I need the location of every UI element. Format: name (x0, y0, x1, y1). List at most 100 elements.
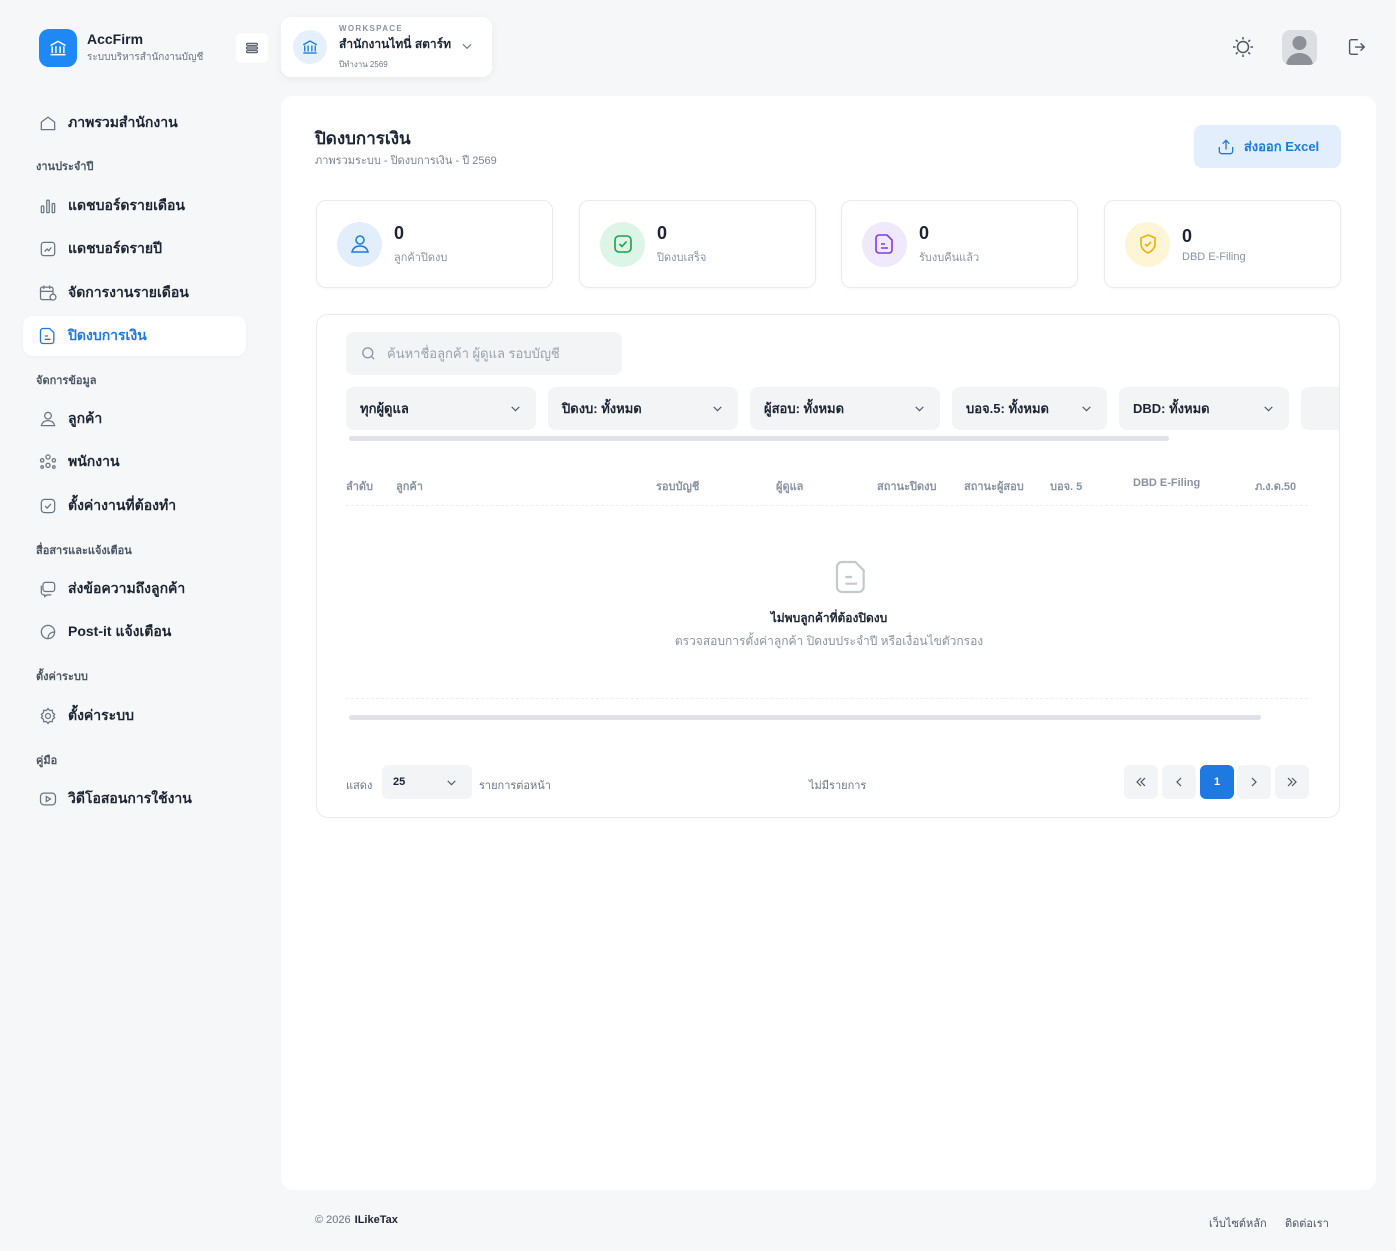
users-icon (38, 452, 58, 472)
stat-card-customers: 0 ลูกค้าปิดงบ (316, 200, 553, 288)
filter-owner[interactable]: ทุกผู้ดูแล (346, 387, 536, 430)
page-title: ปิดงบการเงิน (315, 129, 411, 148)
workspace-switcher[interactable]: WORKSPACE สำนักงานไทนี่ สตาร์ท ปีทำงาน 2… (281, 17, 492, 77)
calendar-clock-icon (38, 283, 58, 303)
bar-chart-icon (38, 196, 58, 216)
filter-auditor[interactable]: ผู้สอบ: ทั้งหมด (750, 387, 940, 430)
column-header[interactable]: DBD E-Filing (1133, 477, 1200, 489)
logout-button[interactable] (1344, 35, 1368, 59)
chevron-down-icon (1262, 402, 1275, 418)
footer-link-home[interactable]: เว็บไซต์หลัก (1209, 1214, 1267, 1232)
table-card: ค้นหาชื่อลูกค้า ผู้ดูแล รอบบัญชี ทุกผู้ด… (316, 314, 1340, 818)
column-header[interactable]: ผู้ดูแล (776, 477, 803, 495)
filter-label: ทุกผู้ดูแล (360, 401, 409, 416)
sidebar-item-videos[interactable]: วิดีโอสอนการใช้งาน (23, 779, 246, 819)
table-scrollbar[interactable] (349, 715, 1261, 720)
menu-toggle-button[interactable] (236, 33, 268, 63)
sidebar-item-label: จัดการงานรายเดือน (68, 284, 189, 300)
per-page-suffix: รายการต่อหน้า (479, 780, 551, 792)
prev-page-button[interactable] (1162, 765, 1196, 799)
sidebar-item-label: ตั้งค่าระบบ (68, 707, 134, 723)
breadcrumb: ภาพรวมระบบ - ปิดงบการเงิน - ปี 2569 (315, 155, 497, 167)
page-button-current[interactable]: 1 (1200, 765, 1234, 799)
brand[interactable]: AccFirm ระบบบริหารสำนักงานบัญชี (39, 29, 203, 67)
column-header[interactable]: ภ.ง.ด.50 (1255, 477, 1296, 495)
pagination-show-label: แสดง (346, 780, 373, 792)
sidebar-item-label: ปิดงบการเงิน (68, 327, 147, 343)
stat-label: ปิดงบเสร็จ (657, 251, 707, 264)
chevron-right-icon (1251, 777, 1257, 787)
last-page-button[interactable] (1275, 765, 1309, 799)
sidebar-item-todo-settings[interactable]: ตั้งค่างานที่ต้องทำ (23, 486, 246, 526)
sidebar-item-customers[interactable]: ลูกค้า (23, 399, 246, 439)
sidebar-item-settings[interactable]: ตั้งค่าระบบ (23, 696, 246, 736)
column-header[interactable]: ลูกค้า (396, 477, 423, 495)
column-header[interactable]: สถานะปิดงบ (877, 477, 936, 495)
column-header[interactable]: รอบบัญชี (656, 477, 699, 495)
chevron-down-icon (711, 402, 724, 418)
avatar[interactable] (1282, 30, 1317, 65)
sidebar-section-daily: งานประจำปี (36, 161, 94, 173)
filter-boj5[interactable]: บอจ.5: ทั้งหมด (952, 387, 1107, 430)
logout-icon (1348, 38, 1366, 56)
filter-closing[interactable]: ปิดงบ: ทั้งหมด (548, 387, 738, 430)
document-icon (862, 221, 907, 267)
empty-document-icon (832, 557, 872, 602)
sidebar-item-closing[interactable]: ปิดงบการเงิน (23, 316, 246, 356)
sidebar-item-label: แดชบอร์ดรายปี (68, 240, 162, 256)
sidebar-item-label: Post-it แจ้งเตือน (68, 623, 172, 639)
stat-label: รับงบคืนแล้ว (919, 251, 980, 264)
stat-value: 0 (394, 222, 405, 243)
column-header[interactable]: ลำดับ (346, 477, 373, 495)
search-input[interactable]: ค้นหาชื่อลูกค้า ผู้ดูแล รอบบัญชี (346, 332, 622, 375)
sidebar-item-message-customers[interactable]: ส่งข้อความถึงลูกค้า (23, 569, 246, 609)
sidebar-item-label: ส่งข้อความถึงลูกค้า (68, 580, 186, 596)
export-excel-button[interactable]: ส่งออก Excel (1194, 125, 1341, 168)
check-square-icon (600, 221, 645, 267)
pagination-status: ไม่มีรายการ (809, 780, 867, 792)
sidebar-item-label: พนักงาน (68, 453, 120, 469)
column-header[interactable]: บอจ. 5 (1050, 477, 1082, 495)
filter-more[interactable] (1301, 387, 1339, 430)
workspace-year: ปีทำงาน 2569 (339, 59, 388, 69)
workspace-caption: WORKSPACE (339, 23, 403, 33)
stat-value: 0 (657, 222, 668, 243)
chevrons-left-icon (1136, 777, 1146, 787)
sidebar-section-comm: สื่อสารและแจ้งเตือน (36, 545, 132, 557)
next-page-button[interactable] (1237, 765, 1271, 799)
chevrons-right-icon (1287, 777, 1297, 787)
upload-icon (1218, 138, 1234, 154)
chart-up-icon (38, 239, 58, 259)
stat-value: 0 (919, 222, 930, 243)
first-page-button[interactable] (1124, 765, 1158, 799)
sidebar-item-overview[interactable]: ภาพรวมสำนักงาน (23, 103, 246, 143)
filter-label: DBD: ทั้งหมด (1133, 401, 1210, 416)
stat-card-dbd: 0 DBD E-Filing (1104, 200, 1341, 288)
column-header[interactable]: สถานะผู้สอบ (964, 477, 1024, 495)
chevron-down-icon (460, 39, 474, 58)
sidebar-item-postit[interactable]: Post-it แจ้งเตือน (23, 612, 246, 652)
sidebar-item-employees[interactable]: พนักงาน (23, 442, 246, 482)
per-page-select[interactable]: 25 (382, 765, 472, 799)
sidebar-item-dash-yearly[interactable]: แดชบอร์ดรายปี (23, 229, 246, 269)
filter-dbd[interactable]: DBD: ทั้งหมด (1119, 387, 1289, 430)
workspace-name: สำนักงานไทนี่ สตาร์ท (339, 36, 452, 51)
brand-subtitle: ระบบบริหารสำนักงานบัญชี (87, 52, 204, 63)
bank-icon (293, 30, 327, 64)
home-icon (38, 113, 58, 133)
sidebar-item-dash-monthly[interactable]: แดชบอร์ดรายเดือน (23, 186, 246, 226)
empty-subtitle: ตรวจสอบการตั้งค่าลูกค้า ปิดงบประจำปี หรื… (674, 634, 984, 648)
footer-link-contact[interactable]: ติดต่อเรา (1285, 1214, 1329, 1232)
sidebar-item-monthly-jobs[interactable]: จัดการงานรายเดือน (23, 273, 246, 313)
divider (346, 505, 1308, 506)
sidebar-item-label: แดชบอร์ดรายเดือน (68, 197, 185, 213)
chevron-down-icon (445, 776, 458, 792)
search-placeholder: ค้นหาชื่อลูกค้า ผู้ดูแล รอบบัญชี (387, 346, 560, 361)
main-panel: ปิดงบการเงิน ภาพรวมระบบ - ปิดงบการเงิน -… (281, 96, 1376, 1190)
filters-scrollbar[interactable] (349, 436, 1169, 441)
footer-copyright: © 2026 ILikeTax (315, 1214, 398, 1226)
theme-toggle-button[interactable] (1230, 34, 1256, 60)
filter-label: ผู้สอบ: ทั้งหมด (764, 401, 845, 416)
check-square-icon (38, 496, 58, 516)
brand-name: AccFirm (87, 31, 144, 47)
